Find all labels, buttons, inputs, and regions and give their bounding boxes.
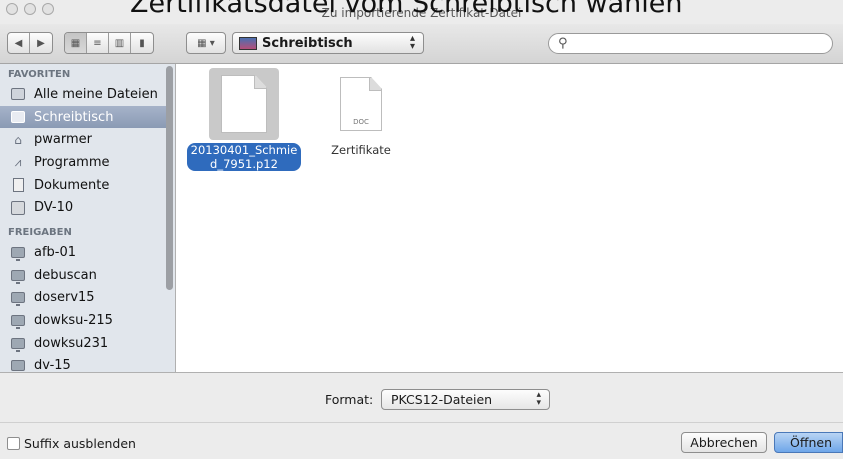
title-bar: Zu importierende Zertifikat-Datei Zertif… — [0, 0, 843, 24]
computer-icon — [10, 245, 26, 261]
list-icon: ≡ — [93, 37, 102, 49]
format-label: Format: — [325, 392, 374, 407]
search-field[interactable]: ⚲ — [548, 33, 833, 54]
file-item-zertifikate[interactable]: DOC Zertifikate — [301, 68, 421, 158]
view-mode-selector: ▦ ≡ ▥ ▮ — [64, 32, 154, 54]
sidebar-item-label: doserv15 — [34, 290, 95, 306]
sidebar-item-label: dowksu-215 — [34, 313, 113, 329]
sidebar-item-label: pwarmer — [34, 132, 92, 148]
overlay-caption: Zertifikatsdatei vom Schreibtisch wählen — [130, 0, 683, 19]
forward-button[interactable]: ▶ — [30, 33, 52, 53]
sidebar-item-label: dowksu231 — [34, 335, 109, 351]
coverflow-icon: ▮ — [139, 37, 145, 49]
format-bar: Format: PKCS12-Dateien ▴ ▾ — [0, 372, 843, 422]
file-name-line2: d_7951.p12 — [210, 157, 278, 171]
computer-icon — [10, 268, 26, 284]
sidebar-item-label: Programme — [34, 154, 110, 170]
open-button[interactable]: Öffnen — [774, 432, 843, 453]
file-thumbnail[interactable]: DOC — [301, 68, 421, 140]
all-files-icon — [10, 87, 26, 101]
sidebar-item-label: Schreibtisch — [34, 109, 114, 125]
coverflow-view-button[interactable]: ▮ — [131, 33, 153, 53]
chevron-left-icon: ◀ — [14, 37, 23, 49]
computer-icon — [10, 359, 26, 372]
hide-suffix-checkbox[interactable]: Suffix ausblenden — [7, 436, 136, 451]
sidebar-item-afb-01[interactable]: afb-01 — [0, 241, 166, 264]
sidebar-item-label: afb-01 — [34, 244, 77, 260]
popup-arrows-icon: ▴ ▾ — [409, 33, 415, 52]
grid-icon: ▦ — [70, 37, 81, 49]
disk-icon — [10, 200, 26, 215]
history-nav: ◀ ▶ — [7, 32, 53, 54]
hide-suffix-label: Suffix ausblenden — [24, 436, 136, 451]
sidebar-item-all-files[interactable]: Alle meine Dateien — [0, 83, 166, 106]
sidebar-item-label: dv-15 — [34, 358, 71, 372]
sidebar-section-shared: FREIGABEN — [8, 227, 72, 239]
bottom-bar: Suffix ausblenden Abbrechen Öffnen — [0, 422, 843, 459]
document-icon — [221, 75, 267, 133]
chevron-right-icon: ▶ — [37, 37, 45, 49]
sidebar-item-doserv15[interactable]: doserv15 — [0, 287, 166, 310]
arrange-button[interactable]: ▦ ▾ — [187, 33, 225, 53]
arrange-menu[interactable]: ▦ ▾ — [186, 32, 226, 54]
file-thumbnail[interactable] — [209, 68, 279, 140]
home-icon: ⌂ — [14, 132, 22, 147]
sidebar-item-dv-10[interactable]: DV-10 — [0, 196, 166, 219]
location-popup[interactable]: Schreibtisch ▴ ▾ — [232, 32, 424, 54]
format-value: PKCS12-Dateien — [391, 392, 493, 407]
sidebar-item-dowksu231[interactable]: dowksu231 — [0, 332, 166, 355]
columns-icon: ▥ — [114, 37, 125, 49]
desktop-icon — [10, 110, 26, 124]
sidebar-item-home[interactable]: ⌂ pwarmer — [0, 128, 166, 151]
toolbar: ◀ ▶ ▦ ≡ ▥ ▮ ▦ ▾ Schreibtisch ▴ ▾ ⚲ — [0, 24, 843, 64]
applications-icon: ⩘ — [14, 154, 22, 169]
sidebar-item-dowksu-215[interactable]: dowksu-215 — [0, 309, 166, 332]
file-name[interactable]: 20130401_Schmie d_7951.p12 — [186, 143, 302, 171]
sidebar-item-desktop[interactable]: Schreibtisch — [0, 105, 166, 129]
doc-file-icon: DOC — [340, 77, 382, 131]
sidebar-item-dv-15[interactable]: dv-15 — [0, 355, 166, 372]
desktop-icon — [239, 36, 257, 50]
sidebar-item-debuscan[interactable]: debuscan — [0, 264, 166, 287]
format-popup[interactable]: PKCS12-Dateien ▴ ▾ — [381, 389, 550, 410]
sidebar-item-label: Dokumente — [34, 177, 110, 193]
icon-view-button[interactable]: ▦ — [65, 33, 87, 53]
file-item-p12[interactable]: 20130401_Schmie d_7951.p12 — [184, 68, 304, 172]
popup-arrows-icon: ▴ ▾ — [536, 390, 541, 408]
file-kind-label: DOC — [353, 118, 369, 126]
back-button[interactable]: ◀ — [8, 33, 30, 53]
computer-icon — [10, 291, 26, 307]
arrange-icon: ▦ ▾ — [197, 37, 215, 49]
sidebar-item-applications[interactable]: ⩘ Programme — [0, 151, 166, 174]
file-name-line1: 20130401_Schmie — [190, 143, 298, 157]
sidebar-item-documents[interactable]: Dokumente — [0, 174, 166, 197]
file-name[interactable]: Zertifikate — [331, 143, 391, 157]
computer-icon — [10, 336, 26, 352]
sidebar: FAVORITEN Alle meine Dateien Schreibtisc… — [0, 64, 176, 372]
file-browser: 20130401_Schmie d_7951.p12 DOC Zertifika… — [177, 64, 843, 372]
list-view-button[interactable]: ≡ — [87, 33, 109, 53]
search-icon: ⚲ — [558, 36, 568, 51]
sidebar-section-favorites: FAVORITEN — [8, 69, 71, 80]
sidebar-item-label: DV-10 — [34, 200, 74, 216]
documents-icon — [10, 178, 26, 193]
location-label: Schreibtisch — [262, 35, 353, 51]
sidebar-scrollbar[interactable] — [166, 66, 173, 290]
column-view-button[interactable]: ▥ — [109, 33, 131, 53]
computer-icon — [10, 314, 26, 330]
checkbox-box[interactable] — [7, 437, 20, 450]
sidebar-item-label: debuscan — [34, 267, 97, 283]
cancel-button[interactable]: Abbrechen — [681, 432, 767, 453]
sidebar-item-label: Alle meine Dateien — [34, 86, 158, 102]
